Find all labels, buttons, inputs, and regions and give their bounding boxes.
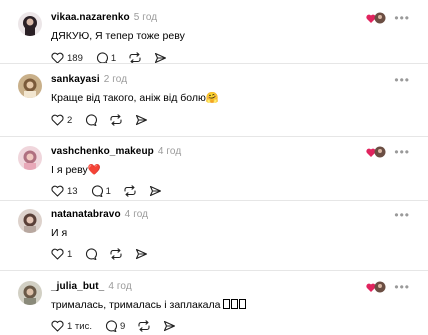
timestamp: 4 год <box>157 146 182 157</box>
more-options-icon[interactable]: ••• <box>394 12 410 24</box>
heart-icon <box>51 248 64 260</box>
reply-button[interactable] <box>84 248 98 260</box>
timestamp: 4 год <box>108 281 132 292</box>
username[interactable]: natanatabravo <box>51 209 121 220</box>
more-options-icon[interactable]: ••• <box>394 281 410 293</box>
share-button[interactable] <box>149 185 162 197</box>
comment-actions: 1 тис. 9 <box>51 319 188 333</box>
reply-button[interactable] <box>84 114 98 126</box>
avatar-image <box>18 74 42 98</box>
comment-actions: 13 1 <box>51 184 174 198</box>
divider <box>0 200 428 201</box>
repost-icon <box>124 185 136 197</box>
reply-button[interactable]: 9 <box>104 320 125 332</box>
reply-count: 1 <box>110 52 117 64</box>
reply-count: 1 <box>105 185 111 197</box>
avatar[interactable] <box>18 12 42 36</box>
avatar-image <box>18 281 42 305</box>
liked-by-author-badge <box>366 281 386 293</box>
comment-bubble-icon <box>105 320 117 332</box>
repost-button[interactable] <box>123 185 137 197</box>
like-count: 1 <box>67 248 73 260</box>
comment-header: vikaa.nazarenko 5 год <box>51 12 157 24</box>
timestamp: 4 год <box>124 209 149 220</box>
heart-icon <box>51 320 64 332</box>
more-options-icon[interactable]: ••• <box>394 146 410 158</box>
comment-text: Краще від такого, аніж від болю🤗 <box>51 92 219 104</box>
comment-bubble-icon <box>86 248 98 260</box>
timestamp: 2 год <box>103 74 128 85</box>
like-button[interactable]: 13 <box>51 185 78 197</box>
share-button[interactable] <box>135 114 148 126</box>
username[interactable]: sankayasi <box>51 74 100 85</box>
repost-icon <box>110 248 122 260</box>
comment-text: И я <box>51 227 68 239</box>
repost-button[interactable] <box>137 320 151 332</box>
unrendered-glyphs <box>223 299 247 312</box>
divider <box>0 63 428 64</box>
comment-header: _julia_but_ 4 год <box>51 281 132 293</box>
repost-button[interactable] <box>109 248 123 260</box>
comment-bubble-icon <box>91 185 103 197</box>
comment-text: ДЯКУЮ, Я тепер тоже реву <box>51 30 185 42</box>
like-count: 189 <box>67 52 83 64</box>
avatar-image <box>18 12 42 36</box>
like-count: 1 тис. <box>67 320 92 332</box>
heart-icon <box>51 114 64 126</box>
divider <box>0 136 428 137</box>
avatar-image <box>18 209 42 233</box>
timestamp: 5 год <box>133 12 158 23</box>
comment-bubble-icon <box>86 114 98 126</box>
liked-by-author-badge <box>366 12 386 24</box>
comment-header: natanatabravo 4 год <box>51 209 148 221</box>
like-button[interactable]: 1 тис. <box>51 320 92 332</box>
divider <box>0 270 428 271</box>
reply-count: 9 <box>119 320 126 332</box>
comment-actions: 2 <box>51 113 160 127</box>
more-options-icon[interactable]: ••• <box>394 74 410 86</box>
send-icon <box>164 320 176 332</box>
like-count: 13 <box>67 185 78 197</box>
repost-icon <box>138 320 150 332</box>
username[interactable]: _julia_but_ <box>51 281 104 292</box>
repost-button[interactable] <box>109 114 123 126</box>
send-icon <box>149 185 161 197</box>
like-button[interactable]: 1 <box>51 248 72 260</box>
comment-header: vashchenko_makeup 4 год <box>51 146 181 158</box>
avatar[interactable] <box>18 209 42 233</box>
send-icon <box>136 114 148 126</box>
heart-icon <box>51 185 64 197</box>
comment-header: sankayasi 2 год <box>51 74 127 86</box>
comment-actions: 1 <box>51 247 160 261</box>
more-options-icon[interactable]: ••• <box>394 209 410 221</box>
share-button[interactable] <box>163 320 176 332</box>
like-count: 2 <box>67 114 73 126</box>
avatar-image <box>18 146 42 170</box>
repost-icon <box>110 114 122 126</box>
avatar[interactable] <box>18 281 42 305</box>
avatar[interactable] <box>18 74 42 98</box>
share-button[interactable] <box>135 248 148 260</box>
username[interactable]: vashchenko_makeup <box>51 146 154 157</box>
liked-by-author-badge <box>366 146 386 158</box>
like-button[interactable]: 2 <box>51 114 72 126</box>
send-icon <box>136 248 148 260</box>
username[interactable]: vikaa.nazarenko <box>51 12 130 23</box>
comment-text: І я реву❤️ <box>51 164 101 176</box>
comment-text-body: трималась, трималась і заплакала <box>51 299 224 311</box>
avatar[interactable] <box>18 146 42 170</box>
comment-text: трималась, трималась і заплакала <box>51 299 247 312</box>
reply-button[interactable]: 1 <box>90 185 111 197</box>
